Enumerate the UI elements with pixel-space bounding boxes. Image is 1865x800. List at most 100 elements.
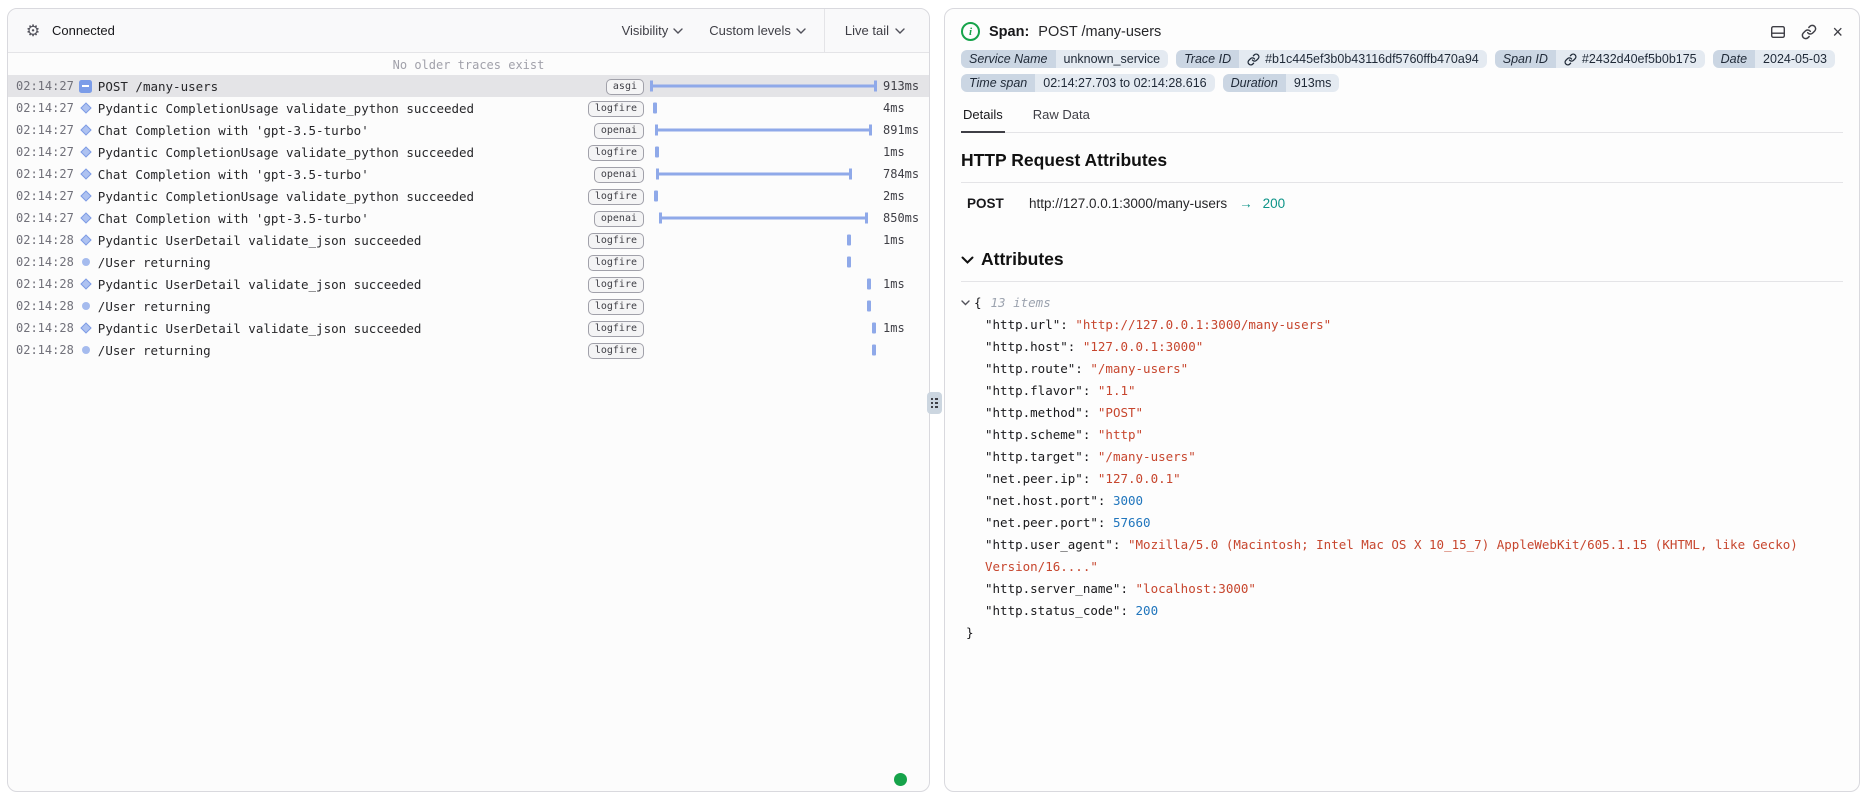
chevron-down-icon [895,28,905,34]
live-tail-label: Live tail [845,23,889,38]
attributes-section-toggle[interactable]: Attributes [961,249,1843,282]
attribute-key: "http.method": [985,405,1098,420]
attribute-key: "net.host.port": [985,493,1113,508]
tag-badge: logfire [588,277,644,293]
badge-value-text: 2024-05-03 [1763,52,1827,66]
badge-value-text: 02:14:27.703 to 02:14:28.616 [1043,76,1206,90]
tag-badge: logfire [588,189,644,205]
trace-row[interactable]: 02:14:28/User returninglogfire [8,295,929,317]
detail-tabs: Details Raw Data [961,107,1843,133]
span-diamond-icon [80,212,91,223]
custom-levels-dropdown[interactable]: Custom levels [709,23,806,38]
tag-badge: openai [594,123,644,139]
attribute-entry: "http.flavor": "1.1" [985,380,1843,402]
visibility-dropdown[interactable]: Visibility [622,23,684,38]
meta-badge: Service Nameunknown_service [961,50,1168,68]
trace-row[interactable]: 02:14:27 Pydantic CompletionUsage validat… [8,141,929,163]
meta-badge: Date2024-05-03 [1713,50,1835,68]
tab-raw-data[interactable]: Raw Data [1031,107,1092,132]
trace-row[interactable]: 02:14:27Chat Completion with 'gpt-3.5-tu… [8,119,929,141]
link-icon[interactable] [1564,53,1577,66]
trace-row[interactable]: 02:14:27Chat Completion with 'gpt-3.5-tu… [8,207,929,229]
custom-levels-label: Custom levels [709,23,791,38]
duration-bar-track [650,141,877,163]
trace-row[interactable]: 02:14:27Chat Completion with 'gpt-3.5-tu… [8,163,929,185]
panel-resize-handle[interactable] [927,392,942,414]
trace-row[interactable]: 02:14:28/User returninglogfire [8,251,929,273]
duration-bar-track [650,97,877,119]
duration-label: 850ms [877,211,929,225]
trace-row[interactable]: 02:14:27Pydantic CompletionUsage validat… [8,97,929,119]
attribute-value: 57660 [1113,515,1151,530]
trace-timestamp: 02:14:28 [8,343,74,357]
duration-bar [650,81,877,92]
span-name: /User returning [98,343,582,358]
log-circle-icon [82,258,90,266]
trace-timestamp: 02:14:27 [8,145,74,159]
trace-row[interactable]: 02:14:28Pydantic UserDetail validate_jso… [8,229,929,251]
duration-bar-track [650,317,877,339]
attribute-entry: "http.user_agent": "Mozilla/5.0 (Macinto… [985,534,1843,578]
trace-row[interactable]: 02:14:27POST /many-usersasgi913ms [8,75,929,97]
attribute-key: "http.target": [985,449,1098,464]
duration-bar-track [650,251,877,273]
trace-row[interactable]: 02:14:28/User returning logfire [8,339,929,361]
attribute-key: "http.status_code": [985,603,1136,618]
span-name: Pydantic CompletionUsage validate_python… [98,145,582,160]
span-detail-panel: i Span: POST /many-users × Service Nameu… [944,8,1860,792]
duration-label: 4ms [877,101,929,115]
link-icon[interactable] [1247,53,1260,66]
gear-icon: ⚙ [26,21,40,41]
attribute-key: "http.server_name": [985,581,1136,596]
duration-bar [654,191,658,202]
json-close-brace: } [961,622,1843,644]
trace-timestamp: 02:14:27 [8,123,74,137]
meta-badge: Span ID#2432d40ef5b0b175 [1495,50,1705,68]
collapse-toggle-icon[interactable] [79,80,92,93]
trace-timestamp: 02:14:28 [8,321,74,335]
duration-label: 1ms [877,145,929,159]
http-status-code: 200 [1263,196,1286,211]
attribute-value: "POST" [1098,405,1143,420]
tab-details[interactable]: Details [961,107,1005,133]
badge-label: Time span [961,74,1035,92]
live-tail-dropdown[interactable]: Live tail [824,9,929,52]
badge-value-text: unknown_service [1064,52,1161,66]
attribute-value: 3000 [1113,493,1143,508]
trace-row[interactable]: 02:14:27Pydantic CompletionUsage validat… [8,185,929,207]
span-diamond-icon [80,234,91,245]
attribute-value: "1.1" [1098,383,1136,398]
span-diamond-icon [80,168,91,179]
settings-button[interactable]: ⚙ [20,18,46,44]
attribute-key: "http.flavor": [985,383,1098,398]
attributes-json-viewer: { 13 items "http.url": "http://127.0.0.1… [961,292,1843,644]
copy-link-button[interactable] [1801,24,1817,40]
tag-badge: logfire [588,299,644,315]
tag-badge: openai [594,167,644,183]
attribute-entry: "http.url": "http://127.0.0.1:3000/many-… [985,314,1843,336]
span-diamond-icon [80,322,91,333]
duration-bar [872,345,876,356]
close-button[interactable]: × [1832,24,1843,40]
attribute-value: "/many-users" [1090,361,1188,376]
trace-row[interactable]: 02:14:28Pydantic UserDetail validate_jso… [8,273,929,295]
duration-bar [867,301,871,312]
split-panel-button[interactable] [1770,24,1786,40]
badge-label: Span ID [1495,50,1556,68]
badge-row-2: Time span02:14:27.703 to 02:14:28.616Dur… [961,74,1843,92]
json-collapse-toggle[interactable] [961,300,970,306]
span-name: Chat Completion with 'gpt-3.5-turbo' [98,167,588,182]
tag-badge: logfire [588,343,644,359]
attribute-entry: "net.peer.ip": "127.0.0.1" [985,468,1843,490]
span-name: POST /many-users [98,79,600,94]
trace-timestamp: 02:14:28 [8,299,74,313]
duration-bar-track [650,207,877,229]
attribute-value: "http://127.0.0.1:3000/many-users" [1075,317,1331,332]
tag-badge: asgi [606,79,644,95]
span-diamond-icon [80,190,91,201]
duration-bar-track [650,295,877,317]
trace-row[interactable]: 02:14:28Pydantic UserDetail validate_jso… [8,317,929,339]
trace-panel-header: ⚙ Connected Visibility Custom levels Liv… [8,9,929,53]
json-open-brace: { [974,292,982,314]
http-request-attributes-heading: HTTP Request Attributes [961,150,1843,183]
